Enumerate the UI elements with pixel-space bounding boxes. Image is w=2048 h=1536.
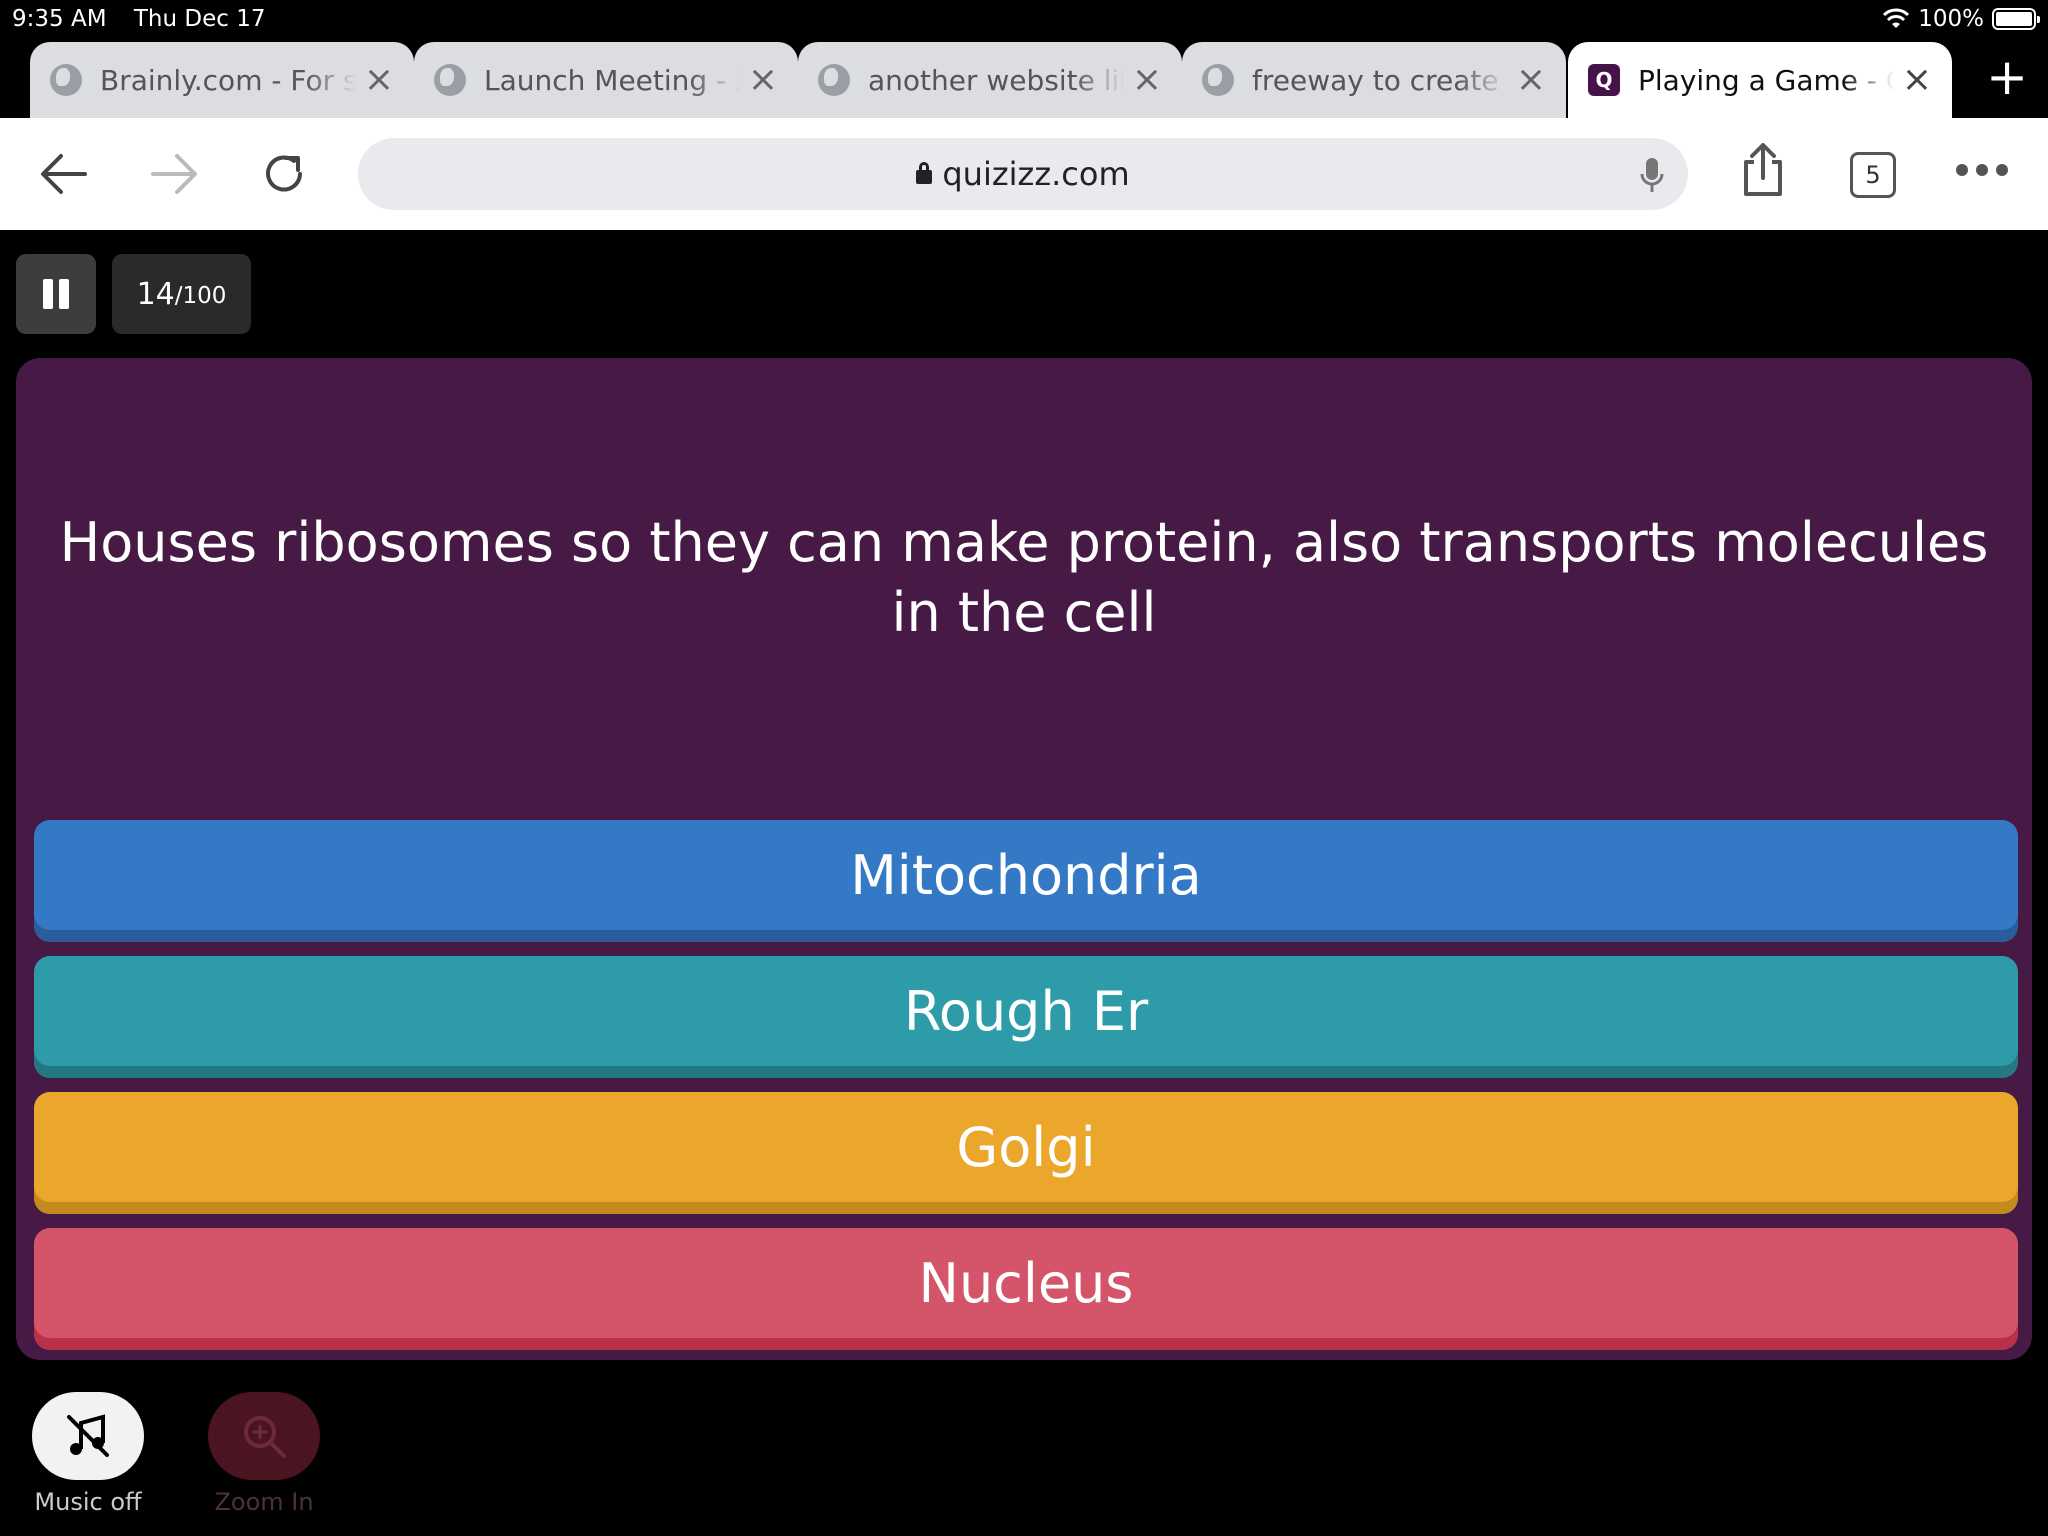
browser-tab-active[interactable]: Q Playing a Game - Q × bbox=[1568, 42, 1952, 118]
answer-option-4[interactable]: Nucleus bbox=[34, 1228, 2018, 1350]
microphone-icon[interactable] bbox=[1640, 156, 1664, 194]
tab-title: another website lik bbox=[868, 63, 1124, 97]
url-bar[interactable]: quizizz.com bbox=[358, 138, 1688, 210]
status-time: 9:35 AM bbox=[12, 6, 107, 32]
reload-icon bbox=[266, 155, 302, 192]
globe-icon bbox=[1202, 64, 1234, 96]
tab-title: Brainly.com - For s bbox=[100, 63, 356, 97]
battery-icon bbox=[1992, 8, 2040, 30]
tab-title: Launch Meeting - Z bbox=[484, 63, 740, 97]
zoom-in-label: Zoom In bbox=[214, 1488, 314, 1516]
status-date: Thu Dec 17 bbox=[133, 6, 266, 32]
question-counter: 14 /100 bbox=[112, 254, 251, 334]
zoom-in-button[interactable] bbox=[208, 1392, 320, 1480]
close-icon[interactable]: × bbox=[364, 62, 394, 98]
music-off-button[interactable] bbox=[32, 1392, 144, 1480]
current-question: 14 bbox=[136, 276, 175, 312]
globe-icon bbox=[818, 64, 850, 96]
globe-icon bbox=[434, 64, 466, 96]
status-bar: 9:35 AM Thu Dec 17 100% bbox=[0, 0, 2048, 40]
browser-tab[interactable]: another website lik × bbox=[798, 42, 1182, 118]
music-off-label: Music off bbox=[34, 1488, 142, 1516]
close-icon[interactable]: × bbox=[1902, 62, 1932, 98]
battery-percent: 100% bbox=[1918, 6, 1984, 32]
browser-toolbar: quizizz.com 5 bbox=[0, 118, 2048, 230]
forward-arrow-icon bbox=[151, 154, 197, 194]
status-right: 100% bbox=[1882, 6, 2040, 32]
tab-title: Playing a Game - Q bbox=[1638, 63, 1894, 97]
answer-option-1[interactable]: Mitochondria bbox=[34, 820, 2018, 942]
close-icon[interactable]: × bbox=[1132, 62, 1162, 98]
back-button[interactable] bbox=[36, 146, 92, 202]
answer-option-3[interactable]: Golgi bbox=[34, 1092, 2018, 1214]
lock-icon bbox=[916, 162, 933, 184]
tab-strip: Brainly.com - For s × Launch Meeting - Z… bbox=[0, 40, 2048, 118]
reload-button[interactable] bbox=[256, 146, 312, 202]
more-icon[interactable] bbox=[1956, 164, 2008, 176]
question-panel: Houses ribosomes so they can make protei… bbox=[16, 358, 2032, 1360]
zoom-in-icon bbox=[244, 1416, 286, 1458]
music-off-icon bbox=[67, 1414, 109, 1457]
forward-button[interactable] bbox=[146, 146, 202, 202]
question-text: Houses ribosomes so they can make protei… bbox=[59, 511, 1989, 644]
browser-tab[interactable]: freeway to create a × bbox=[1182, 42, 1566, 118]
pause-icon bbox=[43, 279, 53, 309]
status-left: 9:35 AM Thu Dec 17 bbox=[12, 6, 285, 32]
close-icon[interactable]: × bbox=[748, 62, 778, 98]
url-text: quizizz.com bbox=[942, 155, 1130, 193]
close-icon[interactable]: × bbox=[1516, 62, 1546, 98]
quizizz-favicon: Q bbox=[1588, 64, 1620, 96]
plus-icon[interactable]: + bbox=[1986, 52, 2028, 102]
total-questions: /100 bbox=[174, 283, 227, 309]
share-icon[interactable] bbox=[1740, 142, 1786, 198]
wifi-icon bbox=[1883, 8, 1910, 28]
globe-icon bbox=[50, 64, 82, 96]
answer-option-2[interactable]: Rough Er bbox=[34, 956, 2018, 1078]
browser-tab[interactable]: Brainly.com - For s × bbox=[30, 42, 414, 118]
pause-button[interactable] bbox=[16, 254, 96, 334]
back-arrow-icon bbox=[41, 154, 87, 194]
browser-tab[interactable]: Launch Meeting - Z × bbox=[414, 42, 798, 118]
tab-title: freeway to create a bbox=[1252, 63, 1508, 97]
tabs-icon[interactable]: 5 bbox=[1850, 152, 1896, 198]
